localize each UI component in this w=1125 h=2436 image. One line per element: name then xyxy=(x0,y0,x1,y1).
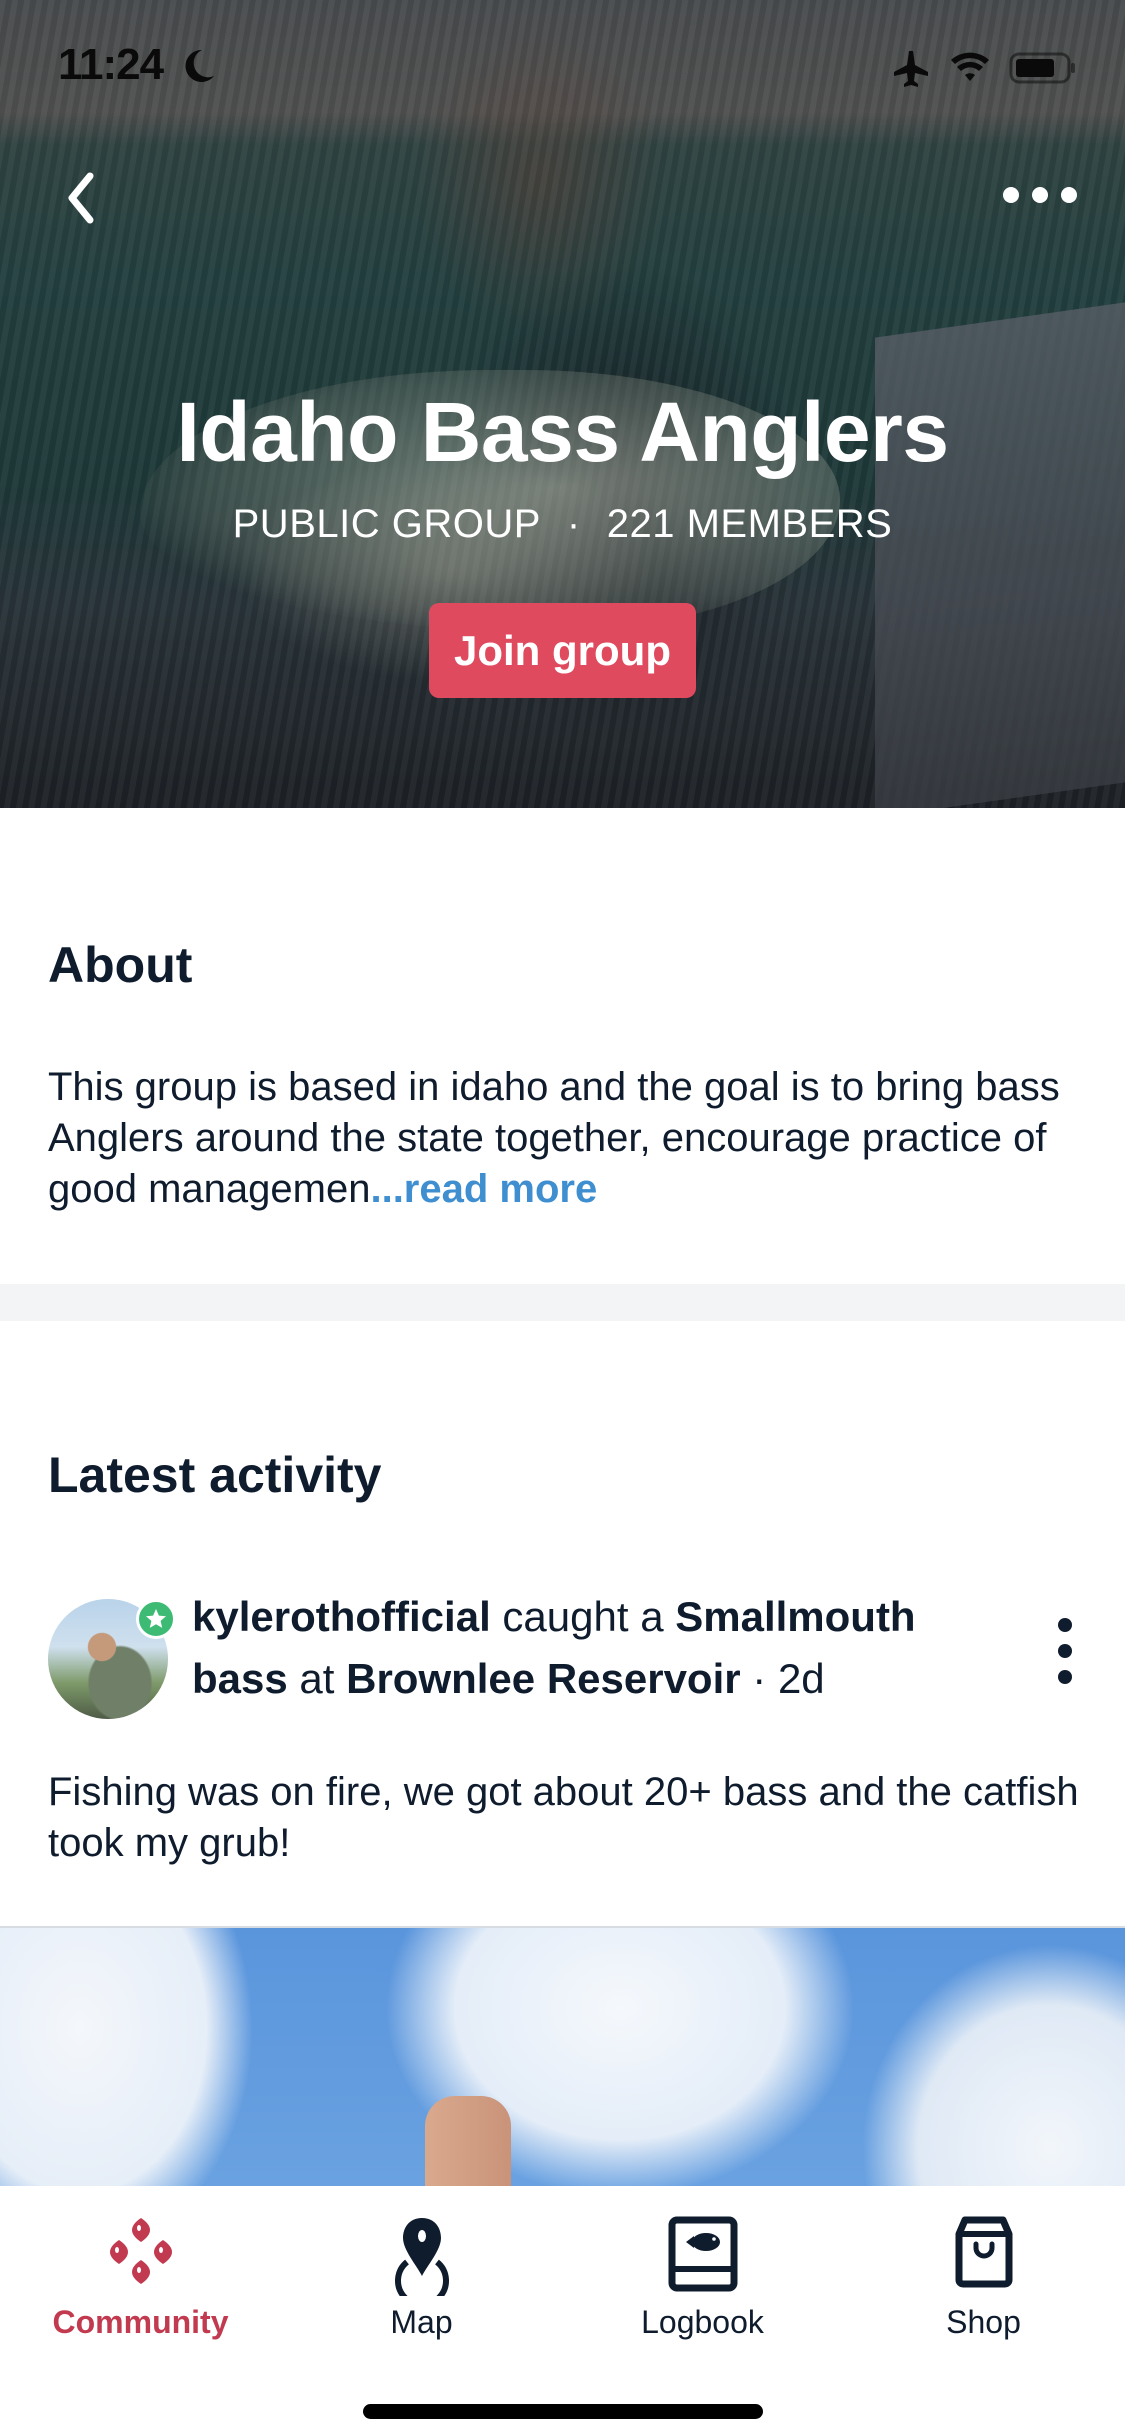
post-menu-button[interactable] xyxy=(1050,1613,1080,1693)
wifi-icon xyxy=(951,52,989,81)
status-bar: 11:24 xyxy=(0,40,1125,100)
latest-activity-heading: Latest activity xyxy=(48,1447,382,1503)
hero-photo-boat xyxy=(875,302,1125,808)
group-hero: 11:24 Idaho Bass Anglers PUBLIC GROUP · … xyxy=(0,0,1125,808)
more-options-button[interactable] xyxy=(1001,180,1079,210)
back-button[interactable] xyxy=(58,168,108,228)
group-title: Idaho Bass Anglers xyxy=(176,385,949,479)
tab-map[interactable]: Map xyxy=(281,2204,562,2344)
tab-logbook-label: Logbook xyxy=(641,2304,764,2340)
tab-community-label: Community xyxy=(52,2304,229,2340)
post-species-cont[interactable]: bass xyxy=(192,1655,288,1702)
post-body: Fishing was on fire, we got about 20+ ba… xyxy=(48,1770,1079,1865)
tab-map-label: Map xyxy=(390,2304,453,2340)
logbook-icon xyxy=(668,2216,737,2292)
activity-post-header: kylerothofficial caught a Smallmouth bas… xyxy=(48,1593,1078,1723)
about-text: This group is based in idaho and the goa… xyxy=(48,1062,1088,1215)
post-username[interactable]: kylerothofficial xyxy=(192,1593,491,1640)
community-icon xyxy=(109,2218,172,2284)
group-meta: PUBLIC GROUP · 221 MEMBERS xyxy=(0,502,1125,547)
shopping-bag-icon xyxy=(955,2216,1012,2288)
tab-community[interactable]: Community xyxy=(0,2204,281,2344)
post-verb: caught a xyxy=(502,1593,664,1640)
chevron-left-icon xyxy=(68,172,94,224)
join-group-button[interactable]: Join group xyxy=(429,603,696,698)
bottom-tab-bar: Community Map Logbook Shop xyxy=(0,2186,1125,2436)
airplane-icon xyxy=(894,51,928,87)
post-preposition: at xyxy=(299,1655,335,1702)
moon-icon xyxy=(185,49,214,82)
post-separator: · xyxy=(752,1655,767,1702)
meta-separator: · xyxy=(566,502,581,546)
tab-logbook[interactable]: Logbook xyxy=(562,2204,843,2344)
read-more-link[interactable]: ...read more xyxy=(370,1167,597,1211)
status-icons xyxy=(891,48,1077,88)
post-summary-line-2: bass at Brownlee Reservoir · 2d xyxy=(192,1655,825,1703)
tab-shop[interactable]: Shop xyxy=(843,2204,1124,2344)
group-privacy: PUBLIC GROUP xyxy=(232,502,541,546)
post-photo[interactable] xyxy=(0,1926,1125,2188)
group-member-count[interactable]: 221 MEMBERS xyxy=(607,502,893,546)
section-divider xyxy=(0,1284,1125,1321)
tab-shop-label: Shop xyxy=(946,2304,1021,2340)
map-pin-icon xyxy=(394,2218,449,2296)
star-badge-icon xyxy=(136,1599,176,1639)
post-age: 2d xyxy=(777,1655,825,1702)
post-location[interactable]: Brownlee Reservoir xyxy=(346,1655,741,1702)
about-heading: About xyxy=(48,937,193,993)
home-indicator[interactable] xyxy=(363,2404,763,2419)
status-time: 11:24 xyxy=(58,40,164,89)
more-vertical-icon xyxy=(1058,1618,1072,1684)
post-species[interactable]: Smallmouth xyxy=(675,1593,915,1640)
about-section: About This group is based in idaho and t… xyxy=(0,808,1125,1284)
battery-icon xyxy=(1009,52,1075,84)
post-summary-line-1: kylerothofficial caught a Smallmouth xyxy=(192,1593,916,1641)
more-horizontal-icon xyxy=(1003,187,1077,203)
post-photo-hand xyxy=(425,2096,511,2188)
